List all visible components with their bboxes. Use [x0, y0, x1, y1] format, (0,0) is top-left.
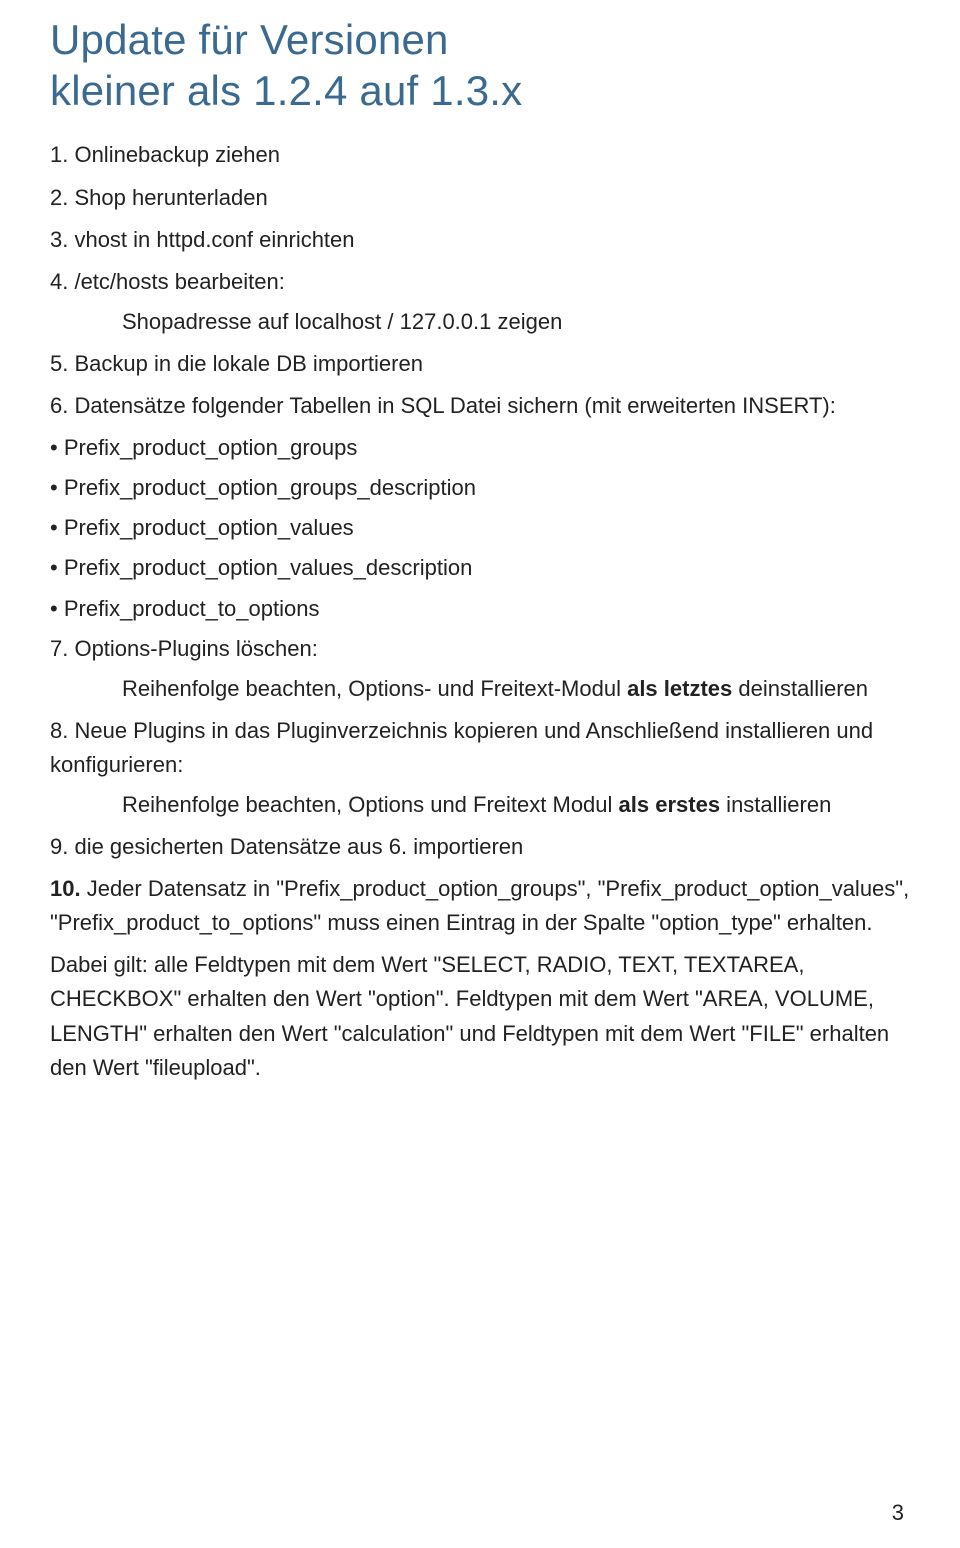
page-title: Update für Versionen kleiner als 1.2.4 a… [50, 14, 910, 116]
step-7-sub-post: deinstallieren [732, 676, 868, 701]
step-6-bullets: Prefix_product_option_groups Prefix_prod… [50, 431, 910, 625]
step-5: 5. Backup in die lokale DB importieren [50, 347, 910, 381]
step-10-text: Jeder Datensatz in "Prefix_product_optio… [50, 876, 909, 935]
closing-paragraph: Dabei gilt: alle Feldtypen mit dem Wert … [50, 948, 910, 1084]
step-7-sub-pre: Reihenfolge beachten, Options- und Freit… [122, 676, 627, 701]
step-1: 1. Onlinebackup ziehen [50, 138, 910, 172]
step-10-num: 10. [50, 876, 81, 901]
page-number: 3 [892, 1500, 904, 1526]
step-3: 3. vhost in httpd.conf einrichten [50, 223, 910, 257]
step-7-sub-bold: als letztes [627, 676, 732, 701]
title-line-1: Update für Versionen [50, 16, 449, 63]
step-7-text: 7. Options-Plugins löschen: [50, 636, 318, 661]
step-4: 4. /etc/hosts bearbeiten: Shopadresse au… [50, 265, 910, 339]
step-8-text: 8. Neue Plugins in das Pluginverzeichnis… [50, 718, 873, 777]
list-item: Prefix_product_option_groups [50, 431, 910, 465]
step-10: 10. Jeder Datensatz in "Prefix_product_o… [50, 872, 910, 940]
step-7-sub: Reihenfolge beachten, Options- und Freit… [50, 672, 910, 706]
step-8-sub: Reihenfolge beachten, Options und Freite… [50, 788, 910, 822]
step-4-sub: Shopadresse auf localhost / 127.0.0.1 ze… [50, 305, 910, 339]
step-8: 8. Neue Plugins in das Pluginverzeichnis… [50, 714, 910, 822]
step-2: 2. Shop herunterladen [50, 181, 910, 215]
step-4-text: 4. /etc/hosts bearbeiten: [50, 269, 285, 294]
steps-list: 1. Onlinebackup ziehen 2. Shop herunterl… [50, 138, 910, 1084]
step-7: 7. Options-Plugins löschen: Reihenfolge … [50, 632, 910, 706]
step-9: 9. die gesicherten Datensätze aus 6. imp… [50, 830, 910, 864]
step-8-sub-bold: als erstes [619, 792, 721, 817]
title-line-2: kleiner als 1.2.4 auf 1.3.x [50, 67, 522, 114]
list-item: Prefix_product_option_groups_description [50, 471, 910, 505]
step-6: 6. Datensätze folgender Tabellen in SQL … [50, 389, 910, 423]
step-8-sub-post: installieren [720, 792, 831, 817]
list-item: Prefix_product_option_values [50, 511, 910, 545]
list-item: Prefix_product_to_options [50, 592, 910, 626]
list-item: Prefix_product_option_values_description [50, 551, 910, 585]
step-8-sub-pre: Reihenfolge beachten, Options und Freite… [122, 792, 619, 817]
